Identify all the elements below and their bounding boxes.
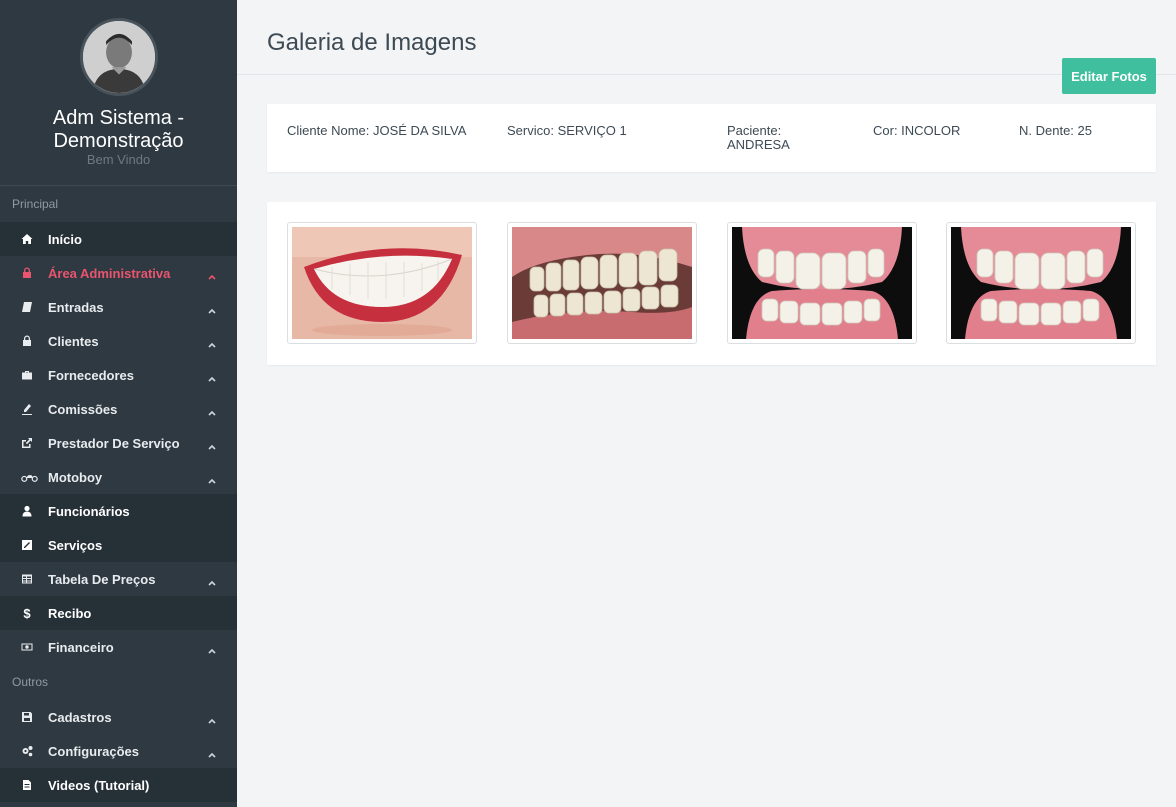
info-dente: N. Dente: 25 bbox=[1019, 123, 1092, 138]
sidebar-item-videos-tutorial[interactable]: Videos (Tutorial) bbox=[0, 768, 237, 802]
sidebar-item-clientes[interactable]: Clientes bbox=[0, 324, 237, 358]
profile-block: Adm Sistema - Demonstração Bem Vindo bbox=[0, 0, 237, 186]
sidebar-item-label: Financeiro bbox=[48, 639, 114, 655]
chevron-up-icon bbox=[208, 575, 216, 586]
sidebar-item-recibo[interactable]: $ Recibo bbox=[0, 596, 237, 630]
gallery-card bbox=[267, 202, 1156, 365]
user-icon bbox=[20, 504, 34, 518]
chevron-up-icon bbox=[208, 473, 216, 484]
sidebar-item-tabela-de-precos[interactable]: Tabela De Preços bbox=[0, 562, 237, 596]
info-cor: Cor: INCOLOR bbox=[873, 123, 961, 138]
sidebar-item-comissoes[interactable]: Comissões bbox=[0, 392, 237, 426]
chevron-up-icon bbox=[208, 713, 216, 724]
sidebar: Adm Sistema - Demonstração Bem Vindo Pri… bbox=[0, 0, 237, 807]
chevron-up-icon bbox=[208, 269, 216, 280]
chevron-up-icon bbox=[208, 643, 216, 654]
sidebar-item-label: Clientes bbox=[48, 333, 99, 349]
table-icon bbox=[20, 572, 34, 586]
sidebar-item-area-administrativa[interactable]: Área Administrativa bbox=[0, 256, 237, 290]
lock-icon bbox=[20, 334, 34, 348]
sidebar-item-inicio[interactable]: Início bbox=[0, 222, 237, 256]
chevron-up-icon bbox=[208, 303, 216, 314]
save-icon bbox=[20, 710, 34, 724]
profile-name-line1: Adm Sistema - bbox=[52, 107, 185, 129]
sidebar-item-label: Início bbox=[48, 231, 82, 247]
gallery-image-1[interactable] bbox=[287, 222, 477, 344]
money-icon bbox=[20, 640, 34, 654]
sidebar-item-label: Funcionários bbox=[48, 503, 130, 519]
dollar-icon: $ bbox=[23, 605, 31, 621]
pen-icon bbox=[20, 402, 34, 416]
chevron-up-icon bbox=[208, 747, 216, 758]
edit-photos-button[interactable]: Editar Fotos bbox=[1062, 58, 1156, 94]
chevron-up-icon bbox=[208, 371, 216, 382]
sidebar-item-entradas[interactable]: Entradas bbox=[0, 290, 237, 324]
sidebar-item-cadastros[interactable]: Cadastros bbox=[0, 700, 237, 734]
sidebar-item-label: Videos (Tutorial) bbox=[48, 777, 150, 793]
edit-icon bbox=[20, 538, 34, 552]
sidebar-item-label: Motoboy bbox=[48, 469, 103, 485]
sidebar-item-label: Área Administrativa bbox=[48, 265, 171, 281]
sidebar-item-financeiro[interactable]: Financeiro bbox=[0, 630, 237, 664]
sidebar-item-fornecedores[interactable]: Fornecedores bbox=[0, 358, 237, 392]
info-paciente: Paciente: ANDRESA bbox=[727, 124, 790, 152]
page-header: Galeria de Imagens bbox=[237, 0, 1176, 75]
gallery-image-3[interactable] bbox=[727, 222, 917, 344]
info-card: Cliente Nome: JOSÉ DA SILVA Servico: SER… bbox=[267, 104, 1156, 172]
info-cliente: Cliente Nome: JOSÉ DA SILVA bbox=[287, 123, 467, 138]
briefcase-icon bbox=[20, 368, 34, 382]
page-title: Galeria de Imagens bbox=[267, 29, 477, 56]
file-icon bbox=[20, 778, 34, 792]
info-paciente-value: ANDRESA bbox=[727, 137, 790, 152]
section-label-principal: Principal bbox=[12, 197, 59, 211]
section-label-outros: Outros bbox=[12, 675, 49, 689]
gallery-image-2[interactable] bbox=[507, 222, 697, 344]
sidebar-item-servicos[interactable]: Serviços bbox=[0, 528, 237, 562]
gears-icon bbox=[20, 744, 34, 758]
info-servico: Servico: SERVIÇO 1 bbox=[507, 123, 627, 138]
chevron-up-icon bbox=[208, 405, 216, 416]
avatar bbox=[79, 18, 158, 96]
chevron-up-icon bbox=[208, 337, 216, 348]
sidebar-item-label: Prestador De Serviço bbox=[48, 435, 180, 451]
profile-name-line2: Demonstração bbox=[53, 130, 184, 152]
sidebar-item-prestador-de-servico[interactable]: Prestador De Serviço bbox=[0, 426, 237, 460]
home-icon bbox=[20, 232, 34, 246]
sidebar-item-label: Cadastros bbox=[48, 709, 112, 725]
sidebar-item-label: Configurações bbox=[48, 743, 140, 759]
sidebar-item-label: Comissões bbox=[48, 401, 118, 417]
lock-icon bbox=[20, 266, 34, 280]
main-content: Galeria de Imagens Editar Fotos Cliente … bbox=[237, 0, 1176, 807]
info-paciente-label: Paciente: bbox=[727, 123, 782, 138]
sidebar-item-label: Recibo bbox=[48, 605, 92, 621]
gallery-image-4[interactable] bbox=[946, 222, 1136, 344]
motorcycle-icon bbox=[20, 470, 38, 484]
sidebar-item-label: Entradas bbox=[48, 299, 104, 315]
share-icon bbox=[20, 436, 34, 450]
chevron-up-icon bbox=[208, 439, 216, 450]
sidebar-item-configuracoes[interactable]: Configurações bbox=[0, 734, 237, 768]
sidebar-item-label: Fornecedores bbox=[48, 367, 134, 383]
book-icon bbox=[20, 300, 34, 314]
sidebar-item-motoboy[interactable]: Motoboy bbox=[0, 460, 237, 494]
profile-subtitle: Bem Vindo bbox=[86, 152, 151, 167]
sidebar-item-funcionarios[interactable]: Funcionários bbox=[0, 494, 237, 528]
sidebar-item-label: Serviços bbox=[48, 537, 103, 553]
sidebar-item-label: Tabela De Preços bbox=[48, 571, 156, 587]
